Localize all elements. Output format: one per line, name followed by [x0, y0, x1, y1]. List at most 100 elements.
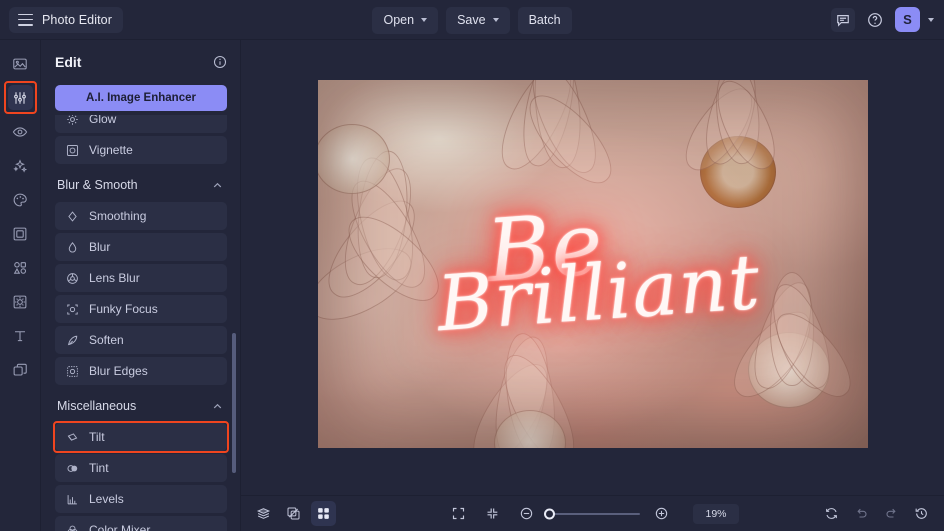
edit-tool-list: Glow Vignette Blur & Smooth Smoothing Bl…: [53, 115, 229, 531]
sidebar-item-label: Glow: [89, 115, 117, 126]
hamburger-icon: [18, 13, 33, 26]
save-button-label: Save: [457, 13, 486, 27]
avatar[interactable]: S: [895, 7, 920, 32]
sidebar-item-funky-focus[interactable]: Funky Focus: [55, 295, 227, 323]
page-title: Edit: [55, 54, 82, 70]
sidebar-group-miscellaneous[interactable]: Miscellaneous: [55, 392, 227, 420]
info-circle-icon[interactable]: [213, 55, 227, 69]
sidebar-scrollbar-thumb[interactable]: [232, 333, 236, 473]
smoothing-icon: [66, 210, 79, 223]
overlay-icon: [13, 295, 27, 308]
chevron-down-icon: [492, 18, 499, 22]
shapes-icon: [13, 261, 27, 274]
compare-icon: [287, 507, 300, 520]
sidebar-item-levels[interactable]: Levels: [55, 485, 227, 513]
layers-icon: [13, 363, 27, 376]
photo-image[interactable]: Be Brilliant: [318, 80, 868, 448]
reset-icon: [826, 508, 837, 519]
open-button-label: Open: [383, 13, 415, 27]
rail-item-paint[interactable]: [8, 187, 33, 212]
sidebar-item-blur-edges[interactable]: Blur Edges: [55, 357, 227, 385]
edit-panel: Edit A.I. Image Enhancer Glow Vignette B…: [41, 40, 241, 531]
rail-item-overlays[interactable]: [8, 289, 33, 314]
zoom-in-button[interactable]: [649, 501, 674, 526]
sidebar-item-lens-blur[interactable]: Lens Blur: [55, 264, 227, 292]
rail-item-effects[interactable]: [8, 153, 33, 178]
save-button[interactable]: Save: [446, 6, 510, 34]
tool-rail: [0, 40, 41, 531]
rail-item-image[interactable]: [8, 51, 33, 76]
zoom-slider-track[interactable]: [544, 508, 640, 519]
undo-button[interactable]: [849, 501, 874, 526]
text-icon: [15, 330, 25, 341]
image-icon: [13, 58, 27, 69]
top-bar-right-actions: S: [831, 7, 934, 32]
sidebar-item-label: Blur Edges: [89, 364, 148, 378]
chevron-down-icon[interactable]: [928, 17, 934, 22]
history-icon: [915, 508, 927, 519]
glow-icon: [66, 115, 79, 126]
sidebar-item-label: Levels: [89, 492, 124, 506]
sidebar-item-blur[interactable]: Blur: [55, 233, 227, 261]
ai-image-enhancer-button[interactable]: A.I. Image Enhancer: [55, 85, 227, 111]
history-button[interactable]: [909, 501, 934, 526]
sidebar-item-smoothing[interactable]: Smoothing: [55, 202, 227, 230]
sidebar-item-label: Vignette: [89, 143, 133, 157]
sidebar-item-tint[interactable]: Tint: [55, 454, 227, 482]
open-button[interactable]: Open: [372, 6, 439, 34]
minus-circle-icon: [520, 507, 533, 520]
app-menu-button[interactable]: Photo Editor: [9, 6, 123, 33]
question-circle-icon: [868, 12, 882, 27]
sidebar-item-glow[interactable]: Glow: [55, 115, 227, 133]
sidebar-group-blur-smooth[interactable]: Blur & Smooth: [55, 171, 227, 199]
sidebar-group-label: Miscellaneous: [57, 399, 137, 413]
bottom-toolbar-right: [819, 501, 934, 526]
batch-button-label: Batch: [528, 13, 561, 27]
help-button[interactable]: [863, 8, 887, 32]
chevron-up-icon: [212, 401, 223, 412]
zoom-out-button[interactable]: [514, 501, 539, 526]
layers-button[interactable]: [251, 501, 276, 526]
vignette-icon: [66, 144, 79, 157]
edit-panel-header: Edit: [41, 45, 240, 79]
feedback-button[interactable]: [831, 7, 855, 32]
batch-button[interactable]: Batch: [517, 6, 572, 34]
sidebar-item-tilt[interactable]: Tilt: [53, 421, 229, 453]
reset-button[interactable]: [819, 501, 844, 526]
edit-panel-scroll-area[interactable]: Glow Vignette Blur & Smooth Smoothing Bl…: [41, 115, 240, 531]
fit-screen-icon: [452, 507, 465, 520]
zoom-level-value[interactable]: 19%: [693, 503, 739, 524]
sparkles-icon: [13, 158, 28, 173]
undo-icon: [857, 508, 867, 518]
zoom-slider-knob[interactable]: [544, 508, 555, 519]
sidebar-group-label: Blur & Smooth: [57, 178, 138, 192]
sidebar-item-vignette[interactable]: Vignette: [55, 136, 227, 164]
rail-item-shapes[interactable]: [8, 255, 33, 280]
sidebar-item-label: Tint: [89, 461, 109, 475]
sidebar-item-label: Smoothing: [89, 209, 147, 223]
sidebar-item-soften[interactable]: Soften: [55, 326, 227, 354]
rail-item-text[interactable]: [8, 323, 33, 348]
rail-item-retouch[interactable]: [8, 119, 33, 144]
app-body: Edit A.I. Image Enhancer Glow Vignette B…: [0, 40, 944, 531]
zoom-slider[interactable]: [544, 508, 640, 519]
top-bar-center-actions: Open Save Batch: [0, 0, 944, 40]
plus-circle-icon: [655, 507, 668, 520]
canvas-area: Be Brilliant 19%: [241, 40, 944, 531]
grid-icon: [318, 508, 329, 519]
sidebar-item-label: Tilt: [89, 430, 105, 444]
canvas-stage[interactable]: Be Brilliant: [241, 40, 944, 495]
blur-icon: [66, 241, 79, 254]
compare-button[interactable]: [281, 501, 306, 526]
rail-item-adjust[interactable]: [3, 81, 37, 114]
rail-item-layers[interactable]: [8, 357, 33, 382]
grid-button[interactable]: [311, 501, 336, 526]
photo-editor-app: Photo Editor Open Save Batch S Edit A.I.…: [0, 0, 944, 531]
actual-size-button[interactable]: [480, 501, 505, 526]
fit-to-screen-button[interactable]: [446, 501, 471, 526]
bottom-toolbar-left: [251, 501, 336, 526]
redo-button[interactable]: [879, 501, 904, 526]
sidebar-item-label: Funky Focus: [89, 302, 158, 316]
sidebar-item-color-mixer[interactable]: Color Mixer: [55, 516, 227, 531]
rail-item-frames[interactable]: [8, 221, 33, 246]
